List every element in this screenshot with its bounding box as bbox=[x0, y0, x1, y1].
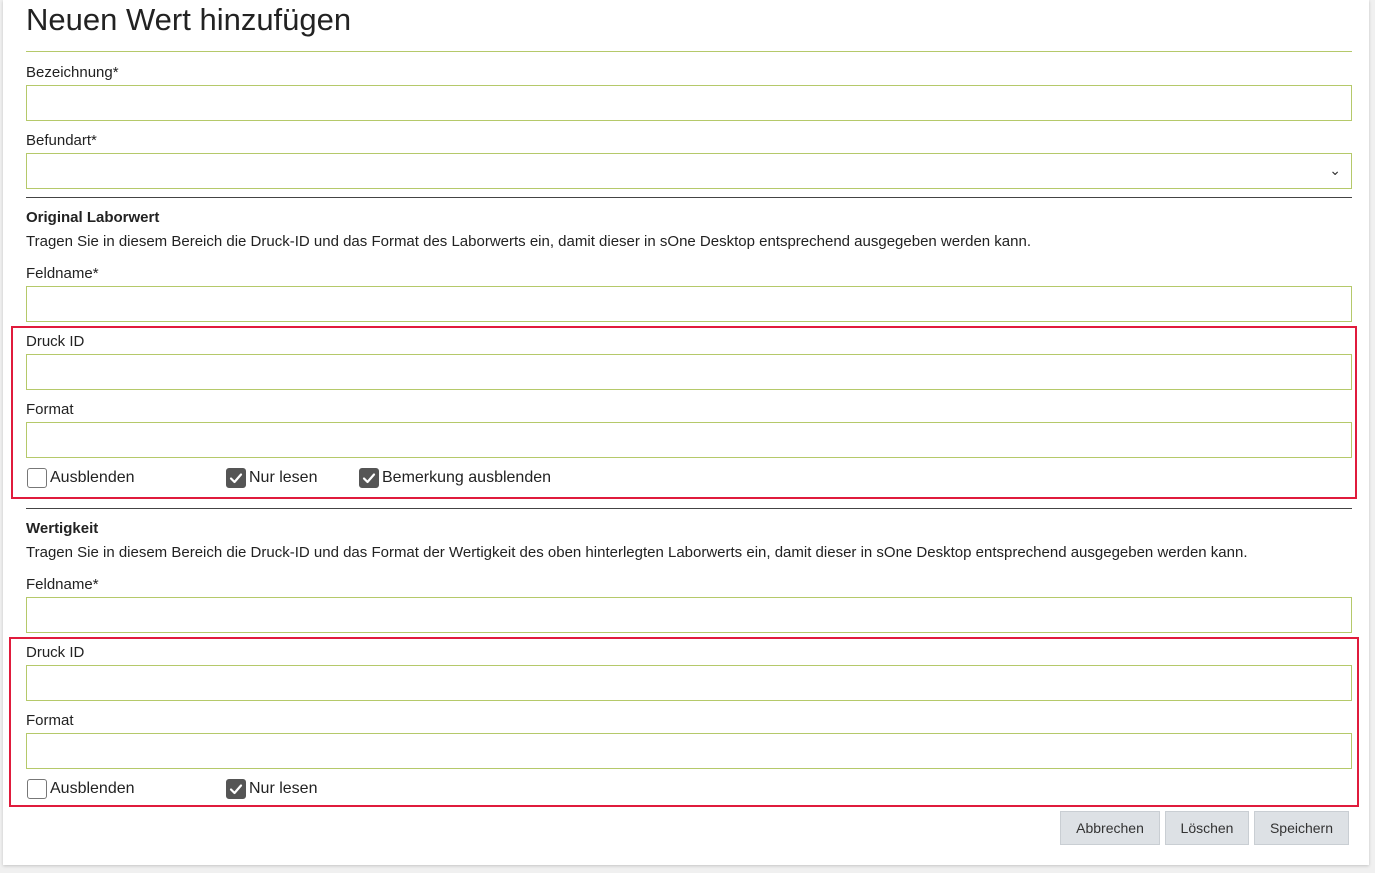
checkbox-checked-icon bbox=[359, 468, 379, 488]
section-divider-wertigkeit bbox=[26, 508, 1352, 509]
delete-button[interactable]: Löschen bbox=[1165, 811, 1249, 845]
title-divider bbox=[26, 51, 1352, 52]
checkbox-unchecked-icon bbox=[27, 468, 47, 488]
checkbox-checked-icon bbox=[226, 779, 246, 799]
section-description-original: Tragen Sie in diesem Bereich die Druck-I… bbox=[26, 233, 1031, 250]
format-label-original: Format bbox=[26, 401, 74, 418]
section-heading-wertigkeit: Wertigkeit bbox=[26, 520, 99, 537]
druck-id-label-original: Druck ID bbox=[26, 333, 85, 350]
highlight-box-original bbox=[11, 326, 1357, 499]
format-label-wertigkeit: Format bbox=[26, 712, 74, 729]
druck-id-label-wertigkeit: Druck ID bbox=[26, 644, 85, 661]
feldname-label-wertigkeit: Feldname* bbox=[26, 576, 99, 593]
checkbox-label: Nur lesen bbox=[249, 780, 318, 797]
befundart-label: Befundart* bbox=[26, 132, 97, 149]
feldname-label-original: Feldname* bbox=[26, 265, 99, 282]
form-panel: Neuen Wert hinzufügen Bezeichnung* Befun… bbox=[3, 0, 1369, 865]
chevron-down-icon: ⌄ bbox=[1329, 163, 1341, 179]
nur-lesen-checkbox-original[interactable]: Nur lesen bbox=[226, 468, 317, 488]
section-divider-original bbox=[26, 197, 1352, 198]
section-heading-original: Original Laborwert bbox=[26, 209, 160, 226]
checkbox-label: Ausblenden bbox=[50, 469, 135, 486]
druck-id-input-original[interactable] bbox=[26, 354, 1352, 390]
feldname-input-original[interactable] bbox=[26, 286, 1352, 322]
bemerkung-ausblenden-checkbox-original[interactable]: Bemerkung ausblenden bbox=[359, 468, 551, 488]
checkbox-label: Nur lesen bbox=[249, 469, 318, 486]
checkbox-label: Bemerkung ausblenden bbox=[382, 469, 552, 486]
ausblenden-checkbox-original[interactable]: Ausblenden bbox=[27, 468, 135, 488]
checkbox-checked-icon bbox=[226, 468, 246, 488]
format-input-wertigkeit[interactable] bbox=[26, 733, 1352, 769]
save-button[interactable]: Speichern bbox=[1254, 811, 1349, 845]
checkbox-label: Ausblenden bbox=[50, 780, 135, 797]
feldname-input-wertigkeit[interactable] bbox=[26, 597, 1352, 633]
checkbox-unchecked-icon bbox=[27, 779, 47, 799]
page-title: Neuen Wert hinzufügen bbox=[26, 2, 352, 37]
bezeichnung-label: Bezeichnung* bbox=[26, 64, 119, 81]
cancel-button[interactable]: Abbrechen bbox=[1060, 811, 1160, 845]
bezeichnung-input[interactable] bbox=[26, 85, 1352, 121]
format-input-original[interactable] bbox=[26, 422, 1352, 458]
ausblenden-checkbox-wertigkeit[interactable]: Ausblenden bbox=[27, 779, 135, 799]
highlight-box-wertigkeit bbox=[9, 637, 1359, 807]
nur-lesen-checkbox-wertigkeit[interactable]: Nur lesen bbox=[226, 779, 317, 799]
befundart-select[interactable]: ⌄ bbox=[26, 153, 1352, 189]
druck-id-input-wertigkeit[interactable] bbox=[26, 665, 1352, 701]
section-description-wertigkeit: Tragen Sie in diesem Bereich die Druck-I… bbox=[26, 544, 1248, 561]
